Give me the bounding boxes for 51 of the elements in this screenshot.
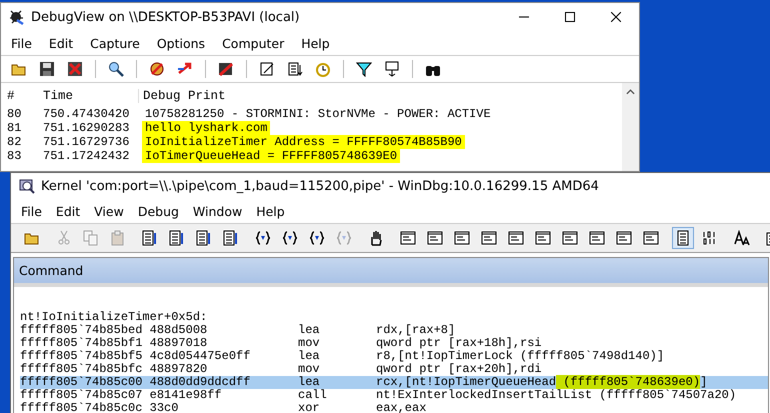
menu-item[interactable]: Computer xyxy=(222,36,284,50)
row-number: 82 xyxy=(6,135,22,149)
funnel-icon[interactable] xyxy=(356,61,372,77)
maximize-icon[interactable] xyxy=(565,12,575,22)
monitor-icon[interactable] xyxy=(384,61,400,77)
list-icon[interactable] xyxy=(287,61,303,77)
debug-message: IoInitializeTimer Address = FFFFF80574B85B90 xyxy=(142,135,465,149)
column-header[interactable]: Time xyxy=(39,89,138,103)
time-cell-text: 751.16729736 xyxy=(42,135,130,149)
menu-item[interactable]: Edit xyxy=(48,36,74,50)
menu-item[interactable]: Help xyxy=(256,204,285,218)
menu-item[interactable]: View xyxy=(94,204,124,218)
menu-item[interactable]: File xyxy=(11,36,32,50)
document-icon[interactable] xyxy=(672,227,694,249)
disassembly-line[interactable]: fffff805`74b85bed 488d5008 lea rdx,[rax+8] xyxy=(20,324,768,337)
row-number: 80 xyxy=(6,107,22,121)
column-header[interactable]: Debug Print xyxy=(138,89,226,103)
disassembly-line[interactable]: fffff805`74b85c07 e8141e98ff call nt!ExInterlockedInsertTailList (fffff805`74507a20) xyxy=(20,389,768,402)
debug-message: hello lyshark.com xyxy=(142,121,270,135)
menu-item[interactable]: File xyxy=(21,204,42,218)
arrow-icon[interactable] xyxy=(177,61,193,77)
scrollbar[interactable] xyxy=(622,83,639,171)
time-cell-text: 751.17242432 xyxy=(42,149,130,163)
disassembly-line[interactable]: fffff805`74b85bf1 48897018 mov qword ptr [rax+18h],rsi xyxy=(20,337,768,350)
time-cell-text: 751.16290283 xyxy=(42,121,130,135)
window-title: DebugView on \\DESKTOP-B53PAVI (local) xyxy=(31,10,300,24)
disassembly-line[interactable]: fffff805`74b85bfc 48897820 mov qword ptr [rax+20h],rdi xyxy=(20,363,768,376)
menu-item[interactable]: Options xyxy=(156,36,206,50)
magnifier-icon xyxy=(19,178,35,194)
clock-icon[interactable] xyxy=(315,61,331,77)
disassembly-line[interactable]: fffff805`74b85bf5 4c8d054475e0ff lea r8,[nt!IopTimerLock (fffff805`7498d140)] xyxy=(20,350,768,363)
menu-item[interactable]: Help xyxy=(301,36,330,50)
disassembly-line[interactable]: fffff805`74b85c0c 33c0 xor eax,eax xyxy=(20,402,768,413)
column-header[interactable]: # xyxy=(1,89,39,103)
menu-item[interactable]: Capture xyxy=(90,36,140,50)
notepad-icon[interactable] xyxy=(259,61,275,77)
magnifier-icon[interactable] xyxy=(108,61,124,77)
scroll-up-icon[interactable] xyxy=(626,89,635,95)
pane-title: Command xyxy=(14,258,768,283)
menu-item[interactable]: Edit xyxy=(56,204,80,218)
row-number: 81 xyxy=(6,121,22,135)
time-cell-text: 750.47430420 xyxy=(42,107,130,121)
bug-icon xyxy=(9,9,25,25)
close-icon[interactable] xyxy=(611,12,621,22)
menu-item[interactable]: Debug xyxy=(138,204,179,218)
debug-message: IoTimerQueueHead = FFFFF805748639E0 xyxy=(142,149,400,163)
debug-message: 10758281250 - STORMINI: StorNVMe - POWER: ACTIVE xyxy=(144,107,492,121)
row-number: 83 xyxy=(6,149,22,163)
window-title: Kernel 'com:port=\\.\pipe\com_1,baud=115200,pipe' - WinDbg:10.0.16299.15 AMD64 xyxy=(41,178,599,194)
menu-item[interactable]: Window xyxy=(192,204,242,218)
function-label: nt!IoInitializeTimer+0x5d: xyxy=(20,311,208,324)
